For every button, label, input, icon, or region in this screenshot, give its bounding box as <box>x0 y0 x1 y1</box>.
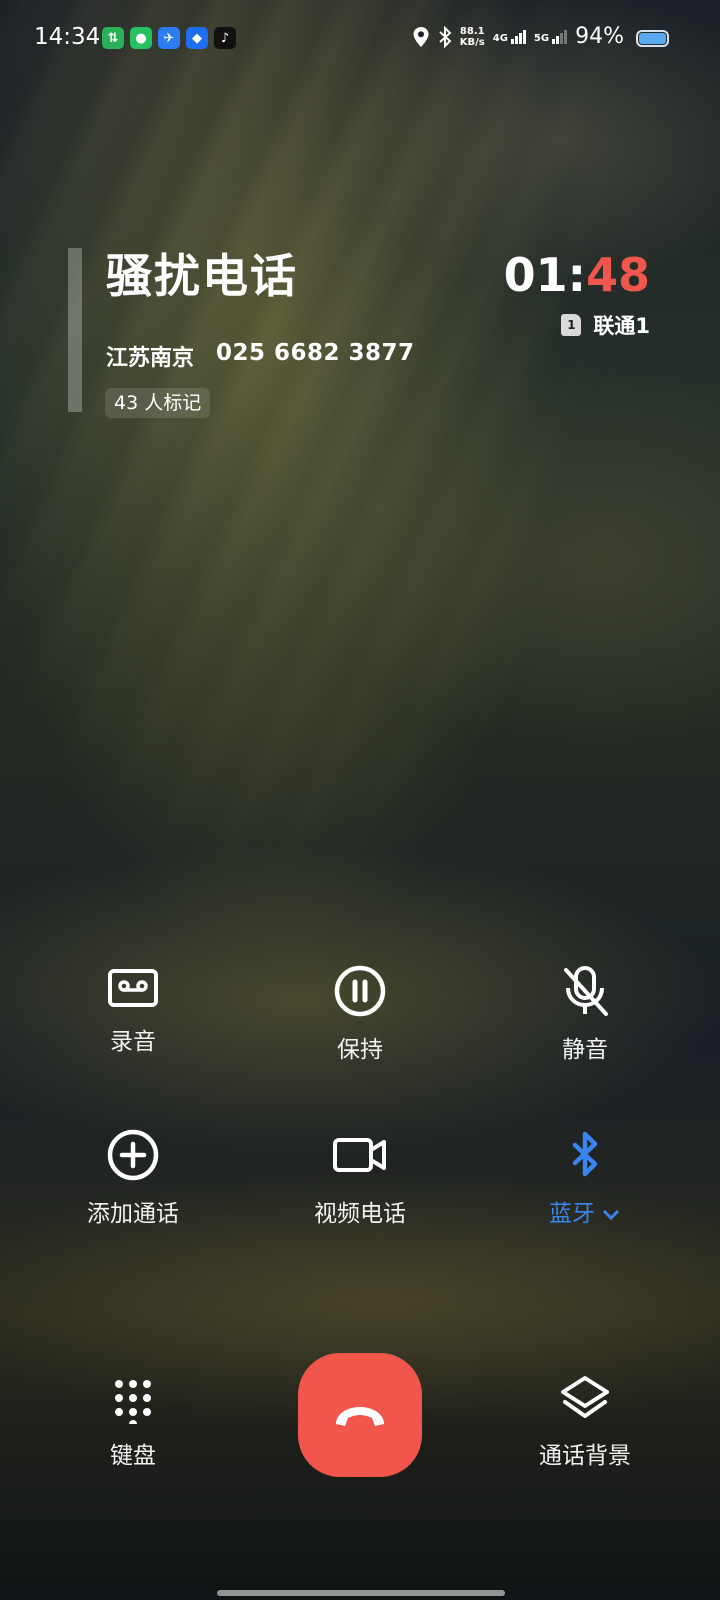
caller-accent-bar <box>68 248 82 412</box>
add-call-button[interactable]: 添加通话 <box>48 1128 218 1228</box>
video-camera-icon <box>333 1138 386 1172</box>
mute-label: 静音 <box>562 1037 608 1063</box>
microphone-off-icon <box>564 966 608 1016</box>
marked-count-badge: 43 人标记 <box>105 388 211 418</box>
sim-carrier: 1 联通1 <box>561 310 650 340</box>
audio-route-button[interactable]: 蓝牙 <box>500 1128 670 1228</box>
net-speed: 88.1 KB/s <box>459 25 485 48</box>
pause-icon <box>334 965 386 1017</box>
battery-percent: 94% <box>575 24 624 49</box>
layers-icon <box>561 1376 609 1418</box>
wechat-icon: ● <box>130 27 152 49</box>
status-time: 14:34 <box>34 24 101 50</box>
caller-number: 025 6682 3877 <box>216 340 415 366</box>
bluetooth-icon <box>572 1131 598 1177</box>
end-call-button[interactable] <box>298 1353 422 1477</box>
status-bar: 14:34 ⇅ ● ✈ ◆ ♪ 88.1 KB/s 4G 5G 94% <box>0 0 720 78</box>
video-call-button[interactable]: 视频电话 <box>275 1128 445 1228</box>
dingtalk-icon: ◆ <box>186 27 208 49</box>
add-circle-icon <box>107 1129 159 1181</box>
battery-icon <box>636 30 669 47</box>
call-background-button[interactable]: 通话背景 <box>500 1372 670 1470</box>
bluetooth-icon <box>439 25 452 48</box>
sim1-signal: 4G <box>493 29 526 44</box>
airplane-app-icon: ✈ <box>158 27 180 49</box>
caller-location: 江苏南京 <box>106 346 195 371</box>
record-button[interactable]: 录音 <box>48 966 218 1056</box>
chevron-down-icon <box>602 1209 620 1220</box>
call-background-label: 通话背景 <box>539 1443 631 1469</box>
add-call-label: 添加通话 <box>87 1201 179 1227</box>
notification-icons: ⇅ ● ✈ ◆ ♪ <box>102 27 236 49</box>
location-icon <box>413 26 429 47</box>
hold-label: 保持 <box>337 1037 383 1063</box>
keypad-button[interactable]: 键盘 <box>48 1376 218 1470</box>
sim2-signal: 5G <box>534 29 568 44</box>
keypad-label: 键盘 <box>110 1443 156 1469</box>
cassette-icon <box>108 969 158 1007</box>
video-call-label: 视频电话 <box>314 1201 406 1227</box>
hold-button[interactable]: 保持 <box>275 964 445 1064</box>
sim-card-icon: 1 <box>561 314 582 336</box>
hang-up-icon <box>336 1407 384 1426</box>
status-right-icons: 88.1 KB/s 4G 5G 94% <box>412 24 624 49</box>
mute-button[interactable]: 静音 <box>500 964 670 1064</box>
audio-route-label: 蓝牙 <box>549 1201 595 1227</box>
audio-route-label-row: 蓝牙 <box>500 1194 670 1228</box>
dialpad-icon <box>115 1380 151 1424</box>
caller-label: 骚扰电话 <box>106 249 298 303</box>
call-timer: 01:48 <box>503 248 650 302</box>
carrier-label: 联通1 <box>593 314 650 338</box>
data-transfer-icon: ⇅ <box>102 27 124 49</box>
tiktok-icon: ♪ <box>214 27 236 49</box>
home-indicator[interactable] <box>217 1590 505 1596</box>
record-label: 录音 <box>110 1029 156 1055</box>
